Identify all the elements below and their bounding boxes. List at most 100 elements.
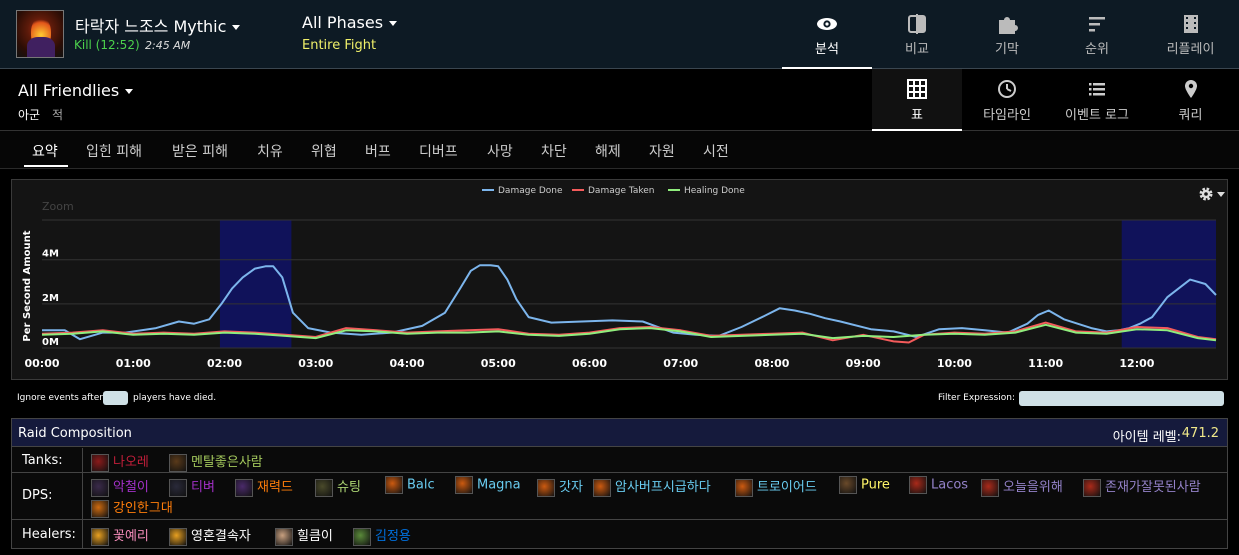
legend-label: Damage Taken xyxy=(588,186,655,196)
gear-icon[interactable] xyxy=(1197,185,1227,203)
player-dps[interactable]: 강인한그대 xyxy=(91,497,173,518)
disc-priest-icon xyxy=(275,527,293,546)
nav-tab-analyze[interactable]: 분석 xyxy=(782,0,872,69)
player-dps[interactable]: Pure xyxy=(839,476,890,494)
kill-time: 2:45 AM xyxy=(145,39,191,52)
x-tick-label: 11:00 xyxy=(1028,357,1063,370)
tab-casts[interactable]: 시전 xyxy=(703,141,729,161)
x-tick-label: 03:00 xyxy=(298,357,333,370)
player-name: Balc xyxy=(407,477,435,493)
compare-icon xyxy=(908,14,926,34)
player-dps[interactable]: Balc xyxy=(385,476,435,494)
tab-threat[interactable]: 위협 xyxy=(311,141,337,161)
warlock-icon xyxy=(1083,478,1101,497)
nav-tab-rankings[interactable]: 순위 xyxy=(1052,0,1142,69)
holy-paladin-icon xyxy=(91,527,109,546)
player-name: Magna xyxy=(477,477,521,493)
tab-damage-taken[interactable]: 받은 피해 xyxy=(172,141,228,161)
player-name: 암사버프시급하다 xyxy=(615,480,711,495)
player-name: 슈팅 xyxy=(337,480,361,495)
raid-title: Raid Composition xyxy=(18,426,132,441)
player-name: 재력드 xyxy=(257,480,293,495)
player-healers[interactable]: 김정용 xyxy=(353,525,411,546)
dh-havoc-icon xyxy=(91,478,109,497)
druid-feral-icon xyxy=(91,499,109,518)
view-tab-query[interactable]: 쿼리 xyxy=(1142,69,1239,131)
x-tick-label: 12:00 xyxy=(1119,357,1154,370)
tab-buffs[interactable]: 버프 xyxy=(365,141,391,161)
phase-title: All Phases xyxy=(302,13,384,32)
view-tab-timeline[interactable]: 타임라인 xyxy=(962,69,1052,131)
demon-hunter-icon xyxy=(91,453,109,472)
player-name: 티벼 xyxy=(191,480,215,495)
item-level-label: 아이템 레벨: xyxy=(1112,430,1181,445)
x-tick-label: 05:00 xyxy=(481,357,516,370)
player-dps[interactable]: 암사버프시급하다 xyxy=(593,476,711,497)
nav-tab-compare[interactable]: 비교 xyxy=(872,0,962,69)
view-tab-events[interactable]: 이벤트 로그 xyxy=(1052,69,1142,131)
player-healers[interactable]: 꽃예리 xyxy=(91,525,149,546)
view-tab-table[interactable]: 표 xyxy=(872,69,962,131)
tab-healing[interactable]: 치유 xyxy=(257,141,283,161)
tab-debuffs[interactable]: 디버프 xyxy=(419,141,458,161)
player-name: 존재가잘못된사람 xyxy=(1105,480,1201,495)
boss-selector[interactable]: 타락자 느조스 Mythic xyxy=(75,13,241,37)
player-name: 강인한그대 xyxy=(113,501,173,516)
player-healers[interactable]: 영혼결속자 xyxy=(169,525,251,546)
player-dps[interactable]: 악철이 xyxy=(91,476,149,497)
role-label: Tanks: xyxy=(22,453,63,468)
raid-header: Raid Composition 아이템 레벨: 471.2 xyxy=(12,419,1227,447)
death-count-input[interactable] xyxy=(103,391,128,405)
player-dps[interactable]: 갓자 xyxy=(537,476,583,497)
player-dps[interactable]: 재력드 xyxy=(235,476,293,497)
chevron-down-icon xyxy=(125,89,134,94)
x-tick-label: 07:00 xyxy=(663,357,698,370)
y-tick-label: 0M xyxy=(42,337,59,348)
holy-priest-icon xyxy=(169,527,187,546)
nav-tab-label: 순위 xyxy=(1085,42,1109,57)
tab-resources[interactable]: 자원 xyxy=(649,141,675,161)
tab-interrupts[interactable]: 차단 xyxy=(541,141,567,161)
line-chart[interactable]: 0M 2M 4M 00:00 01:00 02:00 03:00 04:00 05:00 06:0… xyxy=(12,180,1227,379)
kill-status: Kill (12:52) xyxy=(74,38,140,52)
zoom-label: Zoom xyxy=(42,200,74,213)
fire-mage-icon xyxy=(735,478,753,497)
ranking-icon xyxy=(1089,17,1105,32)
player-tanks[interactable]: 멘탈좋은사람 xyxy=(169,451,263,472)
tab-dispels[interactable]: 해제 xyxy=(595,141,621,161)
filter-expression-input[interactable] xyxy=(1019,391,1224,406)
side-toggle-ally[interactable]: 아군 xyxy=(18,106,40,123)
filter-expression-label: Filter Expression: xyxy=(938,393,1016,403)
player-healers[interactable]: 힐큼이 xyxy=(275,525,333,546)
player-dps[interactable]: Lacos xyxy=(909,476,968,494)
player-dps[interactable]: 존재가잘못된사람 xyxy=(1083,476,1201,497)
player-tanks[interactable]: 나오레 xyxy=(91,451,149,472)
nav-tab-replay[interactable]: 리플레이 xyxy=(1142,0,1239,69)
player-dps[interactable]: 슈팅 xyxy=(315,476,361,497)
friendlies-selector[interactable]: All Friendlies xyxy=(18,81,134,100)
view-tab-label: 타임라인 xyxy=(983,108,1031,123)
tab-damage-done[interactable]: 입힌 피해 xyxy=(86,141,142,161)
player-dps[interactable]: 트로이어드 xyxy=(735,476,817,497)
druid-bear-icon xyxy=(169,453,187,472)
tab-deaths[interactable]: 사망 xyxy=(487,141,513,161)
side-toggle-enemy[interactable]: 적 xyxy=(52,106,63,123)
fire-mage-icon xyxy=(537,478,555,497)
highlight-band xyxy=(219,220,292,348)
phase-selector[interactable]: All Phases xyxy=(302,13,398,32)
boss-portrait-icon xyxy=(16,10,64,58)
dh-havoc-icon xyxy=(169,478,187,497)
top-header: 타락자 느조스 Mythic Kill (12:52) 2:45 AM All … xyxy=(0,0,1239,69)
x-tick-label: 06:00 xyxy=(572,357,607,370)
tab-summary[interactable]: 요약 xyxy=(32,141,58,161)
player-dps[interactable]: Magna xyxy=(455,476,521,494)
player-dps[interactable]: 티벼 xyxy=(169,476,215,497)
player-name: Lacos xyxy=(931,477,969,493)
category-tabs: 요약 입힌 피해 받은 피해 치유 위협 버프 디버프 사망 차단 해제 자원 … xyxy=(0,131,1239,169)
hunter-icon xyxy=(315,478,333,497)
player-dps[interactable]: 오늘을위해 xyxy=(981,476,1063,497)
chevron-down-icon xyxy=(389,21,398,26)
nav-tab-notes[interactable]: 기막 xyxy=(962,0,1052,69)
player-name: 김정용 xyxy=(375,529,411,544)
x-tick-label: 08:00 xyxy=(754,357,789,370)
